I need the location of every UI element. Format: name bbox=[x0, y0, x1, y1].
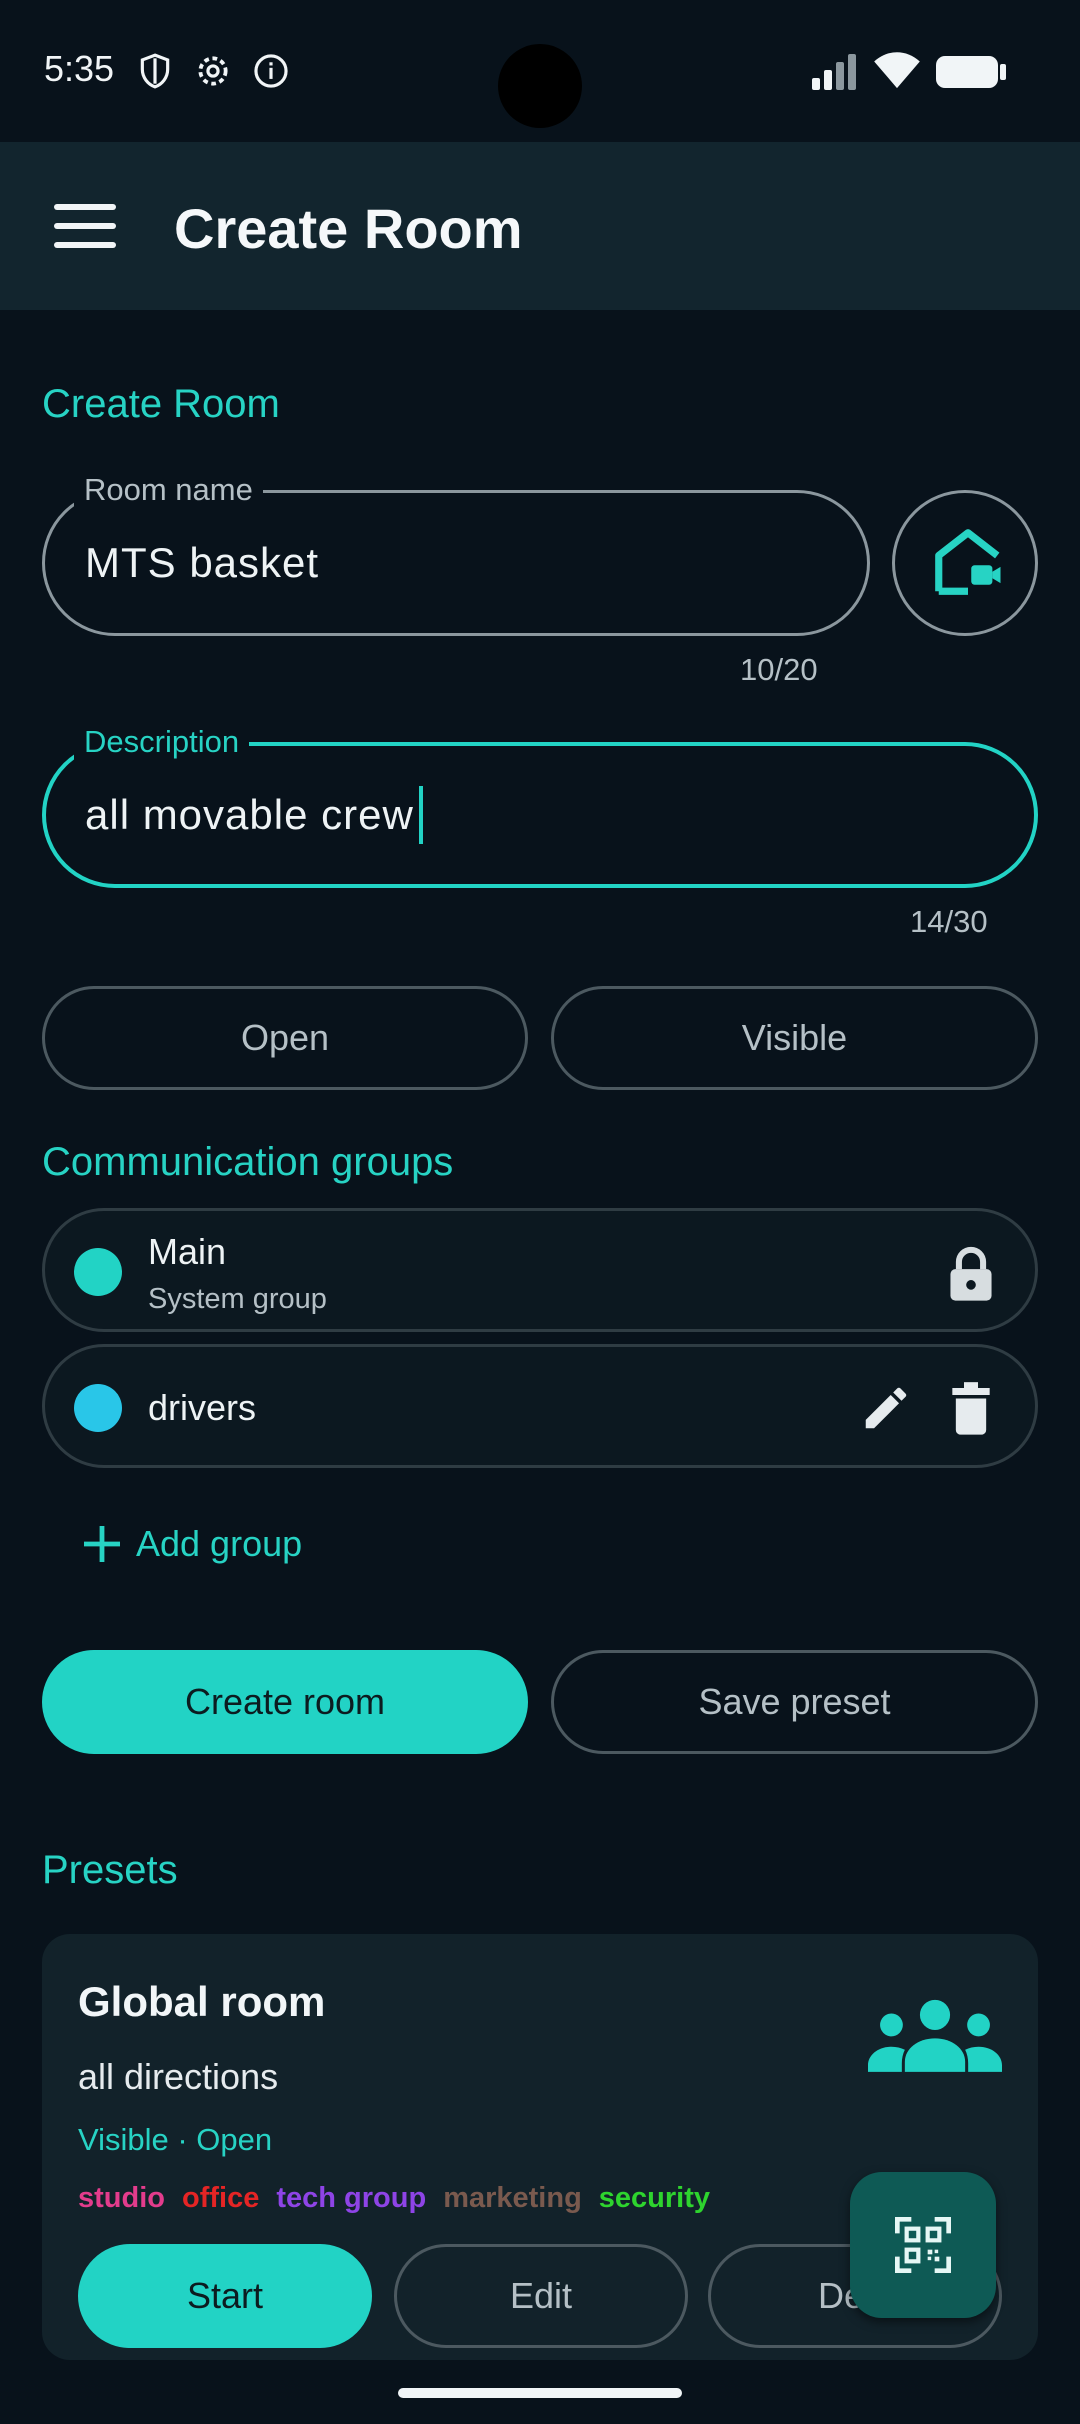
page-title: Create Room bbox=[174, 197, 523, 260]
tag-tech-group: tech group bbox=[276, 2182, 427, 2214]
tag-studio: studio bbox=[78, 2182, 165, 2214]
info-icon bbox=[254, 54, 288, 88]
qr-code-icon bbox=[895, 2217, 951, 2273]
group-item-main[interactable]: Main System group bbox=[42, 1208, 1038, 1332]
tag-marketing: marketing bbox=[443, 2182, 582, 2214]
room-name-value: MTS basket bbox=[85, 539, 320, 586]
home-camera-icon bbox=[935, 529, 1001, 595]
description-counter: 14/30 bbox=[910, 904, 988, 939]
start-button[interactable]: Start bbox=[78, 2244, 372, 2348]
edit-preset-button[interactable]: Edit bbox=[394, 2244, 688, 2348]
battery-tip bbox=[1000, 64, 1006, 80]
group-color-dot bbox=[74, 1384, 122, 1432]
save-preset-button[interactable]: Save preset bbox=[551, 1650, 1038, 1754]
qr-scan-fab[interactable] bbox=[850, 2172, 996, 2318]
group-name: Main bbox=[148, 1231, 227, 1272]
app-bar: Create Room bbox=[0, 142, 1080, 310]
gear-icon bbox=[198, 56, 228, 86]
room-icon-button[interactable] bbox=[892, 490, 1038, 636]
group-item-drivers[interactable]: drivers bbox=[42, 1344, 1038, 1468]
room-name-field[interactable]: MTS basket bbox=[42, 490, 870, 636]
group-color-dot bbox=[74, 1248, 122, 1296]
section-title-groups: Communication groups bbox=[42, 1140, 454, 1184]
wifi-icon bbox=[874, 52, 920, 89]
preset-meta: Visible · Open bbox=[78, 2122, 273, 2157]
text-cursor bbox=[419, 786, 423, 844]
room-name-label: Room name bbox=[74, 472, 263, 508]
menu-icon[interactable] bbox=[44, 190, 124, 260]
visible-toggle-button[interactable]: Visible bbox=[551, 986, 1038, 1090]
plus-icon bbox=[84, 1526, 120, 1562]
delete-icon[interactable] bbox=[945, 1381, 997, 1437]
edit-icon[interactable] bbox=[859, 1381, 913, 1435]
group-subtitle: System group bbox=[148, 1283, 327, 1315]
gesture-bar[interactable] bbox=[398, 2388, 682, 2398]
camera-cutout bbox=[498, 44, 582, 128]
status-time: 5:35 bbox=[44, 48, 115, 89]
section-title-presets: Presets bbox=[42, 1848, 178, 1892]
lock-icon bbox=[950, 1246, 992, 1301]
section-title-create-room: Create Room bbox=[42, 382, 280, 426]
description-field[interactable]: all movable crew bbox=[42, 742, 1038, 888]
shield-icon bbox=[140, 53, 170, 89]
description-value: all movable crew bbox=[85, 791, 414, 838]
preset-tags: studio office tech group marketing secur… bbox=[78, 2182, 710, 2215]
add-group-label: Add group bbox=[136, 1523, 303, 1564]
description-label: Description bbox=[74, 724, 250, 760]
open-toggle-button[interactable]: Open bbox=[42, 986, 528, 1090]
group-name: drivers bbox=[148, 1387, 257, 1428]
add-group-button[interactable]: Add group bbox=[82, 1516, 302, 1572]
room-name-counter: 10/20 bbox=[740, 652, 818, 687]
tag-office: office bbox=[182, 2182, 260, 2214]
preset-name: Global room bbox=[78, 1978, 326, 2025]
tag-security: security bbox=[598, 2182, 711, 2214]
group-people-icon bbox=[868, 1999, 1002, 2072]
create-room-button[interactable]: Create room bbox=[42, 1650, 528, 1754]
preset-description: all directions bbox=[78, 2056, 279, 2097]
status-bar: 5:35 bbox=[0, 0, 1080, 142]
battery-icon bbox=[936, 56, 998, 88]
signal-icon bbox=[812, 54, 856, 90]
